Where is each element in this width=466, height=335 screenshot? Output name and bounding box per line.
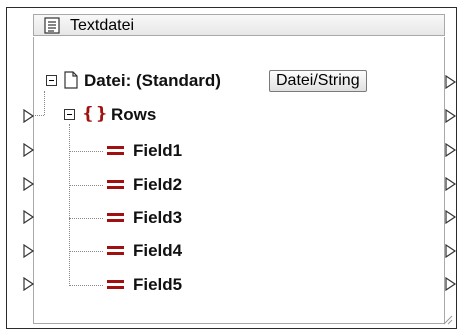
output-connector-icon[interactable] [445,244,457,258]
mapping-component[interactable]: Textdatei Datei: (Standard) Datei/String… [6,7,457,329]
input-connector-icon[interactable] [23,277,35,291]
output-connector-icon[interactable] [445,109,457,123]
rows-node-label: Rows [111,105,157,124]
component-title: Textdatei [70,17,135,34]
field-icon [107,213,124,222]
tree-line [35,115,44,116]
output-connector-icon[interactable] [445,177,457,191]
input-connector-icon[interactable] [23,109,35,123]
field-label: Field2 [133,175,183,194]
tree-line [69,124,70,286]
tree-line [44,91,45,115]
file-row-label: Datei: (Standard) [84,71,221,90]
tree-line [69,185,103,186]
field-label: Field1 [133,141,183,160]
component-title-bar[interactable]: Textdatei [33,14,445,36]
file-collapse-toggle[interactable] [46,75,57,86]
field-icon [107,280,124,289]
tree-line [69,151,103,152]
input-connector-icon[interactable] [23,143,35,157]
output-connector-icon[interactable] [445,143,457,157]
tree-line [69,218,103,219]
field-icon [107,180,124,189]
output-connector-icon[interactable] [445,75,457,89]
output-connector-icon[interactable] [445,277,457,291]
output-connector-icon[interactable] [445,210,457,224]
text-file-icon [44,17,60,34]
input-connector-icon[interactable] [23,210,35,224]
field-label: Field5 [133,275,183,294]
input-connector-icon[interactable] [23,244,35,258]
file-string-button[interactable]: Datei/String [269,70,367,92]
file-icon [64,71,78,89]
field-label: Field4 [133,241,183,260]
field-label: Field3 [133,208,183,227]
tree-line [69,251,103,252]
braces-icon: ❴❵ [81,104,108,123]
tree-line [69,285,103,286]
input-connector-icon[interactable] [23,177,35,191]
resize-grip-icon[interactable] [441,313,453,325]
field-icon [107,146,124,155]
field-icon [107,246,124,255]
rows-collapse-toggle[interactable] [64,109,75,120]
